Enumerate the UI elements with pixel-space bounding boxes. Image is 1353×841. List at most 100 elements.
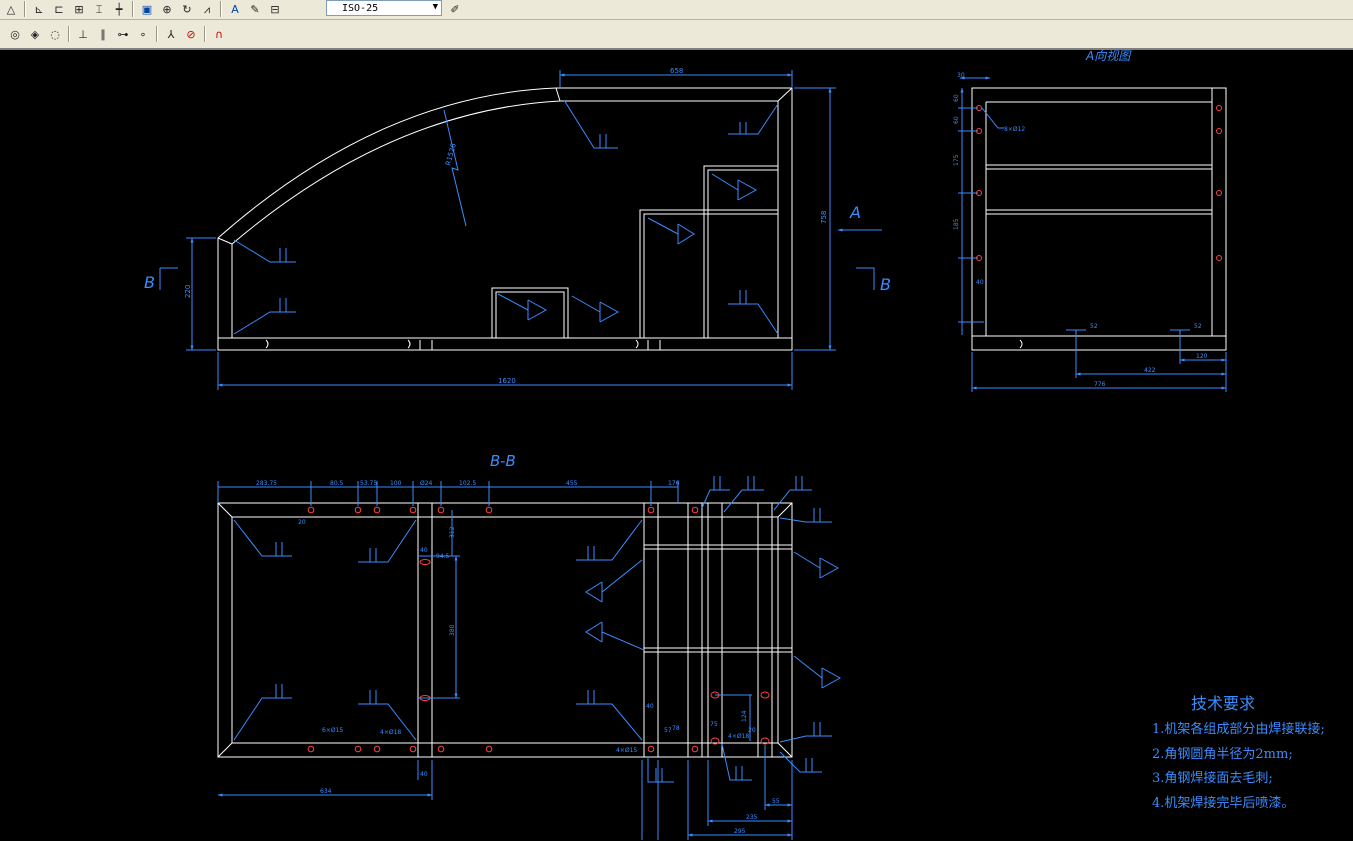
bb-dim-r-124: 124 (741, 710, 748, 722)
bb-dim-380: 380 (449, 624, 456, 636)
snap-center-icon[interactable]: ◎ (6, 26, 24, 42)
dim-style-dropdown[interactable]: ISO-25 ▼ (326, 0, 442, 16)
dim-top: 658 (670, 67, 683, 75)
front-dimensions (159, 70, 882, 390)
bb-dim-top-7: 455 (566, 480, 578, 487)
bb-dim-312: 312 (449, 526, 456, 538)
section-bb-label: B-B (490, 452, 516, 470)
snap-perpendicular-icon[interactable]: ⊥ (74, 26, 92, 42)
tech-requirement-4: 4.机架焊接完毕后喷漆。 (1152, 796, 1295, 811)
bb-dim-634: 634 (320, 788, 332, 795)
dim-right-height: 758 (820, 211, 828, 224)
bb-dim-top-8: 176 (668, 480, 680, 487)
dimension-update-icon[interactable]: ⩘ (198, 1, 216, 17)
step-shelf-high-inner (707, 169, 778, 338)
bb-dim-r-40: 40 (646, 703, 654, 710)
corner-diag-left (217, 237, 233, 245)
front-dim-text: 658 1620 758 220 R1526 A B B (144, 67, 891, 385)
side-dim-left-2: 60 (953, 116, 960, 124)
bb-dim-top-4: 100 (390, 480, 402, 487)
toolbar-separator (132, 1, 134, 17)
toolbar-separator (156, 26, 158, 42)
tech-requirements-title: 技术要求 (1191, 694, 1256, 713)
snap-settings-icon[interactable]: ∩ (210, 26, 228, 42)
snap-nearest-icon[interactable]: ⅄ (162, 26, 180, 42)
bb-dim-r-235: 235 (746, 814, 758, 821)
bb-dim-94-5: 94.5 (436, 553, 450, 560)
angular-dimension-icon[interactable]: △ (2, 1, 20, 17)
side-dimensions (958, 76, 1227, 392)
bb-dim-40-a: 40 (420, 547, 428, 554)
step-shelf-low (639, 209, 778, 338)
bb-dim-r-78: 78 (672, 725, 680, 732)
step-shelf-low-inner (643, 213, 778, 338)
text-style-icon[interactable]: ✎ (246, 1, 264, 17)
side-dim-left-3: 175 (953, 154, 960, 166)
snap-tangent-icon[interactable]: ◌ (46, 26, 64, 42)
chevron-down-icon[interactable]: ▼ (433, 2, 438, 12)
dimension-toolbar: △ ⊾ ⊏ ⊞ ⌶ ┿ ▣ ⊕ ↻ ⩘ A ✎ ⊟ ISO-25 ▼ ✐ (0, 0, 1353, 20)
front-frame-inner (231, 100, 779, 339)
small-box (491, 287, 569, 339)
dim-style-manager-icon[interactable]: ✐ (446, 1, 464, 17)
snap-insert-icon[interactable]: ⊶ (114, 26, 132, 42)
object-snap-toolbar: ◎ ◈ ◌ ⊥ ∥ ⊶ ∘ ⅄ ⊘ ∩ (0, 20, 1353, 50)
bb-dim-20: 20 (298, 519, 306, 526)
side-dim-52-a: 52 (1090, 323, 1098, 330)
snap-quadrant-icon[interactable]: ◈ (26, 26, 44, 42)
ordinate-dimension-icon[interactable]: ⊾ (30, 1, 48, 17)
toolbar-separator (68, 26, 70, 42)
toolbar-separator (220, 1, 222, 17)
bb-dim-r-75: 75 (710, 721, 718, 728)
bb-dim-r-55: 55 (772, 798, 780, 805)
tech-requirement-2: 2.角钢圆角半径为2mm; (1152, 747, 1293, 762)
dimension-text-edit-icon[interactable]: ↻ (178, 1, 196, 17)
bb-dim-top-6: 102.5 (459, 480, 476, 487)
bb-dim-top-1: 283.75 (256, 480, 277, 487)
bb-dim-text: B-B 283.75 80.5 53.75 100 Ø24 102.5 455 … (256, 452, 780, 835)
front-frame-outer (217, 87, 793, 351)
front-view (217, 87, 793, 351)
bb-inner (231, 516, 779, 744)
corner-diag-top (555, 87, 561, 102)
side-dim-left-5: 40 (976, 279, 984, 286)
bb-dim-hole-rb: 4×Ø18 (728, 733, 749, 740)
side-dim-120: 120 (1196, 353, 1208, 360)
side-dim-left-4: 185 (953, 218, 960, 230)
bb-dim-hole-mid: 4×Ø18 (380, 729, 401, 736)
arrow-a-label: A (849, 203, 861, 222)
bb-dim-hole-left: 6×Ø15 (322, 727, 343, 734)
continue-dimension-icon[interactable]: ⊞ (70, 1, 88, 17)
dimension-override-icon[interactable]: ⊟ (266, 1, 284, 17)
toolbar-separator (24, 1, 26, 17)
side-dim-776: 776 (1094, 381, 1106, 388)
side-dim-30: 30 (957, 72, 965, 79)
section-b-left: B (144, 273, 155, 292)
tech-requirement-3: 3.角钢焊接面去毛刺; (1152, 771, 1273, 786)
section-bb-view (217, 502, 793, 758)
snap-node-icon[interactable]: ∘ (134, 26, 152, 42)
quick-leader-icon[interactable]: ⌶ (90, 1, 108, 17)
dimension-edit-icon[interactable]: ⊕ (158, 1, 176, 17)
center-mark-icon[interactable]: ▣ (138, 1, 156, 17)
drawing-canvas[interactable]: 658 1620 758 220 R1526 A B B A向视图 30 60 … (0, 50, 1353, 841)
bb-holes (307, 506, 770, 753)
side-dim-text: A向视图 30 60 60 175 185 40 8×Ø12 52 52 422… (953, 50, 1208, 388)
bb-dim-r-57: 57 (664, 727, 672, 734)
side-dim-left-1: 60 (953, 94, 960, 102)
baseline-dimension-icon[interactable]: ⊏ (50, 1, 68, 17)
side-dim-422: 422 (1144, 367, 1156, 374)
snap-none-icon[interactable]: ⊘ (182, 26, 200, 42)
dim-style-value: ISO-25 (342, 2, 379, 14)
break-marks (265, 339, 661, 350)
dim-left-height: 220 (184, 285, 192, 298)
dim-bottom: 1620 (498, 377, 516, 385)
snap-parallel-icon[interactable]: ∥ (94, 26, 112, 42)
dimension-style-icon[interactable]: A (226, 1, 244, 17)
tech-requirement-1: 1.机架各组成部分由焊接联接; (1152, 722, 1325, 737)
toolbar-separator (204, 26, 206, 42)
bb-dim-hole-right: 4×Ø15 (616, 747, 637, 754)
tolerance-icon[interactable]: ┿ (110, 1, 128, 17)
bb-dim-top-2: 80.5 (330, 480, 344, 487)
side-dim-52-b: 52 (1194, 323, 1202, 330)
